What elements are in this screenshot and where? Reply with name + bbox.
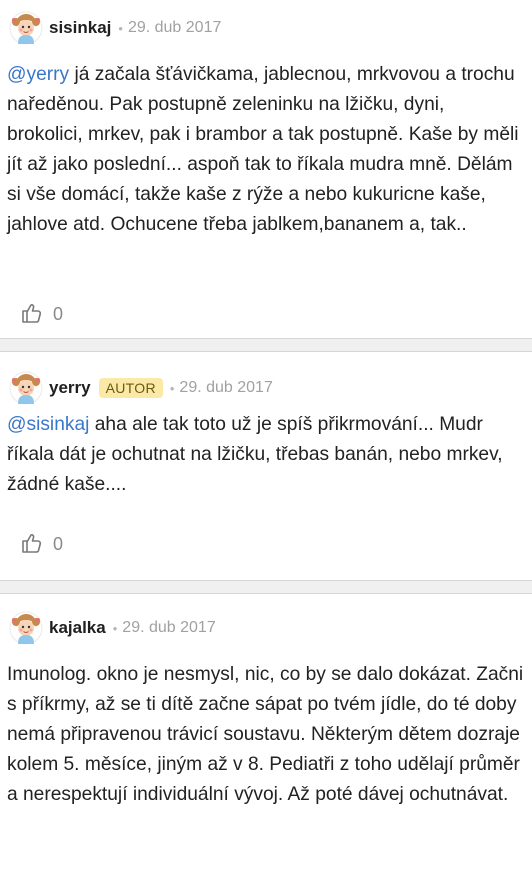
like-count: 0 (53, 533, 64, 554)
username[interactable]: kajalka (49, 618, 106, 638)
mention-link[interactable]: @yerry (7, 64, 69, 85)
comment-divider (0, 580, 532, 594)
comment: yerry AUTOR • 29. dub 2017 @sisinkaj aha… (0, 352, 532, 580)
avatar[interactable] (9, 610, 43, 646)
separator-dot: • (169, 380, 175, 396)
comment-divider (0, 338, 532, 352)
comment: sisinkaj • 29. dub 2017 @yerry já začala… (0, 0, 532, 338)
comment-date: 29. dub 2017 (122, 619, 216, 636)
username[interactable]: yerry (49, 378, 91, 398)
like-button[interactable]: 0 (20, 532, 63, 556)
comment: kajalka • 29. dub 2017 Imunolog. okno je… (0, 594, 532, 880)
comment-text: @sisinkaj aha ale tak toto už je spíš př… (7, 410, 524, 500)
like-button[interactable]: 0 (20, 302, 63, 326)
comment-header: yerry AUTOR • 29. dub 2017 (9, 370, 273, 406)
separator-dot: • (118, 20, 123, 36)
comment-text: Imunolog. okno je nesmysl, nic, co by se… (7, 660, 532, 810)
comment-body: Imunolog. okno je nesmysl, nic, co by se… (7, 664, 524, 805)
comment-header: kajalka • 29. dub 2017 (9, 610, 216, 646)
comment-date: 29. dub 2017 (127, 19, 222, 36)
comment-body: já začala šťávičkama, jablecnou, mrkvovo… (7, 64, 519, 235)
separator-dot: • (112, 620, 118, 636)
mention-link[interactable]: @sisinkaj (7, 414, 89, 435)
comment-date: 29. dub 2017 (179, 379, 273, 396)
thumbs-up-icon (22, 534, 42, 553)
comment-text: @yerry já začala šťávičkama, jablecnou, … (7, 60, 524, 240)
author-badge: AUTOR (98, 378, 163, 398)
thumbs-up-icon (22, 304, 42, 323)
like-count: 0 (53, 303, 64, 324)
comment-header: sisinkaj • 29. dub 2017 (9, 10, 221, 46)
avatar[interactable] (9, 370, 43, 406)
username[interactable]: sisinkaj (49, 18, 111, 38)
avatar[interactable] (9, 10, 43, 46)
